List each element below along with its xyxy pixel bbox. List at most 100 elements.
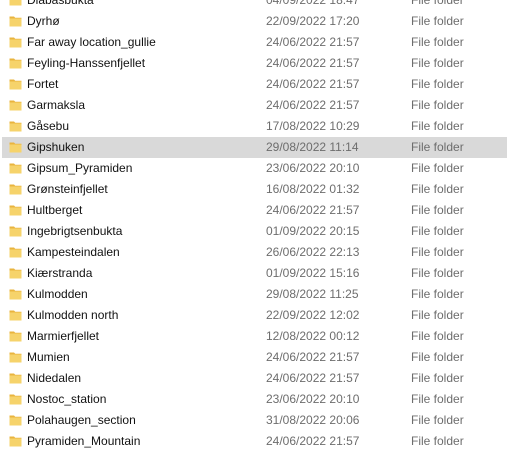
file-type: File folder [411, 392, 464, 406]
folder-icon [9, 246, 22, 258]
file-row[interactable]: Kampesteindalen 26/06/2022 22:13 File fo… [0, 242, 507, 263]
file-row[interactable]: Kulmodden north 22/09/2022 12:02 File fo… [0, 305, 507, 326]
file-name: Far away location_gullie [27, 35, 156, 49]
folder-icon [9, 414, 22, 426]
file-type: File folder [411, 14, 464, 28]
file-row[interactable]: Pyramiden_Mountain 24/06/2022 21:57 File… [0, 431, 507, 449]
file-name: Fortet [27, 77, 59, 91]
file-type: File folder [411, 224, 464, 238]
file-type: File folder [411, 434, 464, 448]
file-type: File folder [411, 245, 464, 259]
file-type: File folder [411, 119, 464, 133]
file-row[interactable]: Nostoc_station 23/06/2022 20:10 File fol… [0, 389, 507, 410]
file-type: File folder [411, 203, 464, 217]
file-name: Garmaksla [27, 98, 86, 112]
file-row[interactable]: Garmaksla 24/06/2022 21:57 File folder [0, 95, 507, 116]
file-row[interactable]: Gipsum_Pyramiden 23/06/2022 20:10 File f… [0, 158, 507, 179]
file-type: File folder [411, 140, 464, 154]
file-row-selected[interactable]: Gipshuken 29/08/2022 11:14 File folder [0, 137, 507, 158]
folder-icon [9, 225, 22, 237]
file-date-modified: 16/08/2022 01:32 [266, 182, 360, 196]
file-type: File folder [411, 182, 464, 196]
file-row[interactable]: Polahaugen_section 31/08/2022 20:06 File… [0, 410, 507, 431]
file-name: Pyramiden_Mountain [27, 434, 141, 448]
file-date-modified: 23/06/2022 20:10 [266, 161, 360, 175]
file-name: Kulmodden [27, 287, 88, 301]
file-row[interactable]: Feyling-Hanssenfjellet 24/06/2022 21:57 … [0, 53, 507, 74]
file-row[interactable]: Hultberget 24/06/2022 21:57 File folder [0, 200, 507, 221]
file-date-modified: 01/09/2022 15:16 [266, 266, 360, 280]
folder-icon [9, 120, 22, 132]
file-date-modified: 26/06/2022 22:13 [266, 245, 360, 259]
file-type: File folder [411, 350, 464, 364]
file-name: Polahaugen_section [27, 413, 136, 427]
file-row[interactable]: Nidedalen 24/06/2022 21:57 File folder [0, 368, 507, 389]
file-name: Diabasbukta [27, 0, 94, 7]
file-name: Kiærstranda [27, 266, 93, 280]
folder-icon [9, 309, 22, 321]
file-name: Kampesteindalen [27, 245, 120, 259]
folder-icon [9, 330, 22, 342]
file-row[interactable]: Gåsebu 17/08/2022 10:29 File folder [0, 116, 507, 137]
file-date-modified: 23/06/2022 20:10 [266, 392, 360, 406]
folder-icon [9, 435, 22, 447]
file-date-modified: 22/09/2022 17:20 [266, 14, 360, 28]
file-date-modified: 29/08/2022 11:14 [266, 140, 359, 154]
folder-icon [9, 267, 22, 279]
file-row[interactable]: Kulmodden 29/08/2022 11:25 File folder [0, 284, 507, 305]
file-type: File folder [411, 371, 464, 385]
file-row[interactable]: Ingebrigtsenbukta 01/09/2022 20:15 File … [0, 221, 507, 242]
file-date-modified: 04/09/2022 18:47 [266, 0, 360, 7]
file-type: File folder [411, 161, 464, 175]
file-row[interactable]: Diabasbukta 04/09/2022 18:47 File folder [0, 0, 507, 11]
file-name: Grønsteinfjellet [27, 182, 108, 196]
file-row[interactable]: Mumien 24/06/2022 21:57 File folder [0, 347, 507, 368]
file-row[interactable]: Grønsteinfjellet 16/08/2022 01:32 File f… [0, 179, 507, 200]
folder-icon [9, 393, 22, 405]
file-type: File folder [411, 56, 464, 70]
file-type: File folder [411, 413, 464, 427]
file-name: Dyrhø [27, 14, 60, 28]
folder-icon [9, 36, 22, 48]
folder-icon [9, 351, 22, 363]
file-type: File folder [411, 98, 464, 112]
file-type: File folder [411, 287, 464, 301]
file-date-modified: 12/08/2022 00:12 [266, 329, 360, 343]
folder-icon [9, 0, 22, 6]
folder-icon [9, 78, 22, 90]
file-name: Nidedalen [27, 371, 82, 385]
file-row[interactable]: Far away location_gullie 24/06/2022 21:5… [0, 32, 507, 53]
folder-icon [9, 57, 22, 69]
file-name: Mumien [27, 350, 70, 364]
folder-icon [9, 288, 22, 300]
file-name: Hultberget [27, 203, 83, 217]
file-type: File folder [411, 77, 464, 91]
file-type: File folder [411, 329, 464, 343]
file-date-modified: 29/08/2022 11:25 [266, 287, 359, 301]
file-date-modified: 24/06/2022 21:57 [266, 434, 360, 448]
file-row[interactable]: Fortet 24/06/2022 21:57 File folder [0, 74, 507, 95]
file-type: File folder [411, 266, 464, 280]
file-row[interactable]: Kiærstranda 01/09/2022 15:16 File folder [0, 263, 507, 284]
file-type: File folder [411, 0, 464, 7]
file-date-modified: 24/06/2022 21:57 [266, 77, 360, 91]
file-name: Ingebrigtsenbukta [27, 224, 123, 238]
file-date-modified: 31/08/2022 20:06 [266, 413, 360, 427]
file-name: Feyling-Hanssenfjellet [27, 56, 146, 70]
file-name: Gipsum_Pyramiden [27, 161, 133, 175]
file-name: Gåsebu [27, 119, 70, 133]
file-date-modified: 24/06/2022 21:57 [266, 35, 360, 49]
file-date-modified: 17/08/2022 10:29 [266, 119, 360, 133]
file-row[interactable]: Marmierfjellet 12/08/2022 00:12 File fol… [0, 326, 507, 347]
folder-icon [9, 183, 22, 195]
folder-icon [9, 99, 22, 111]
file-type: File folder [411, 35, 464, 49]
folder-icon [9, 204, 22, 216]
file-row[interactable]: Dyrhø 22/09/2022 17:20 File folder [0, 11, 507, 32]
file-name: Gipshuken [27, 140, 85, 154]
folder-icon [9, 372, 22, 384]
file-date-modified: 24/06/2022 21:57 [266, 371, 360, 385]
file-type: File folder [411, 308, 464, 322]
file-date-modified: 24/06/2022 21:57 [266, 56, 360, 70]
file-date-modified: 24/06/2022 21:57 [266, 98, 360, 112]
